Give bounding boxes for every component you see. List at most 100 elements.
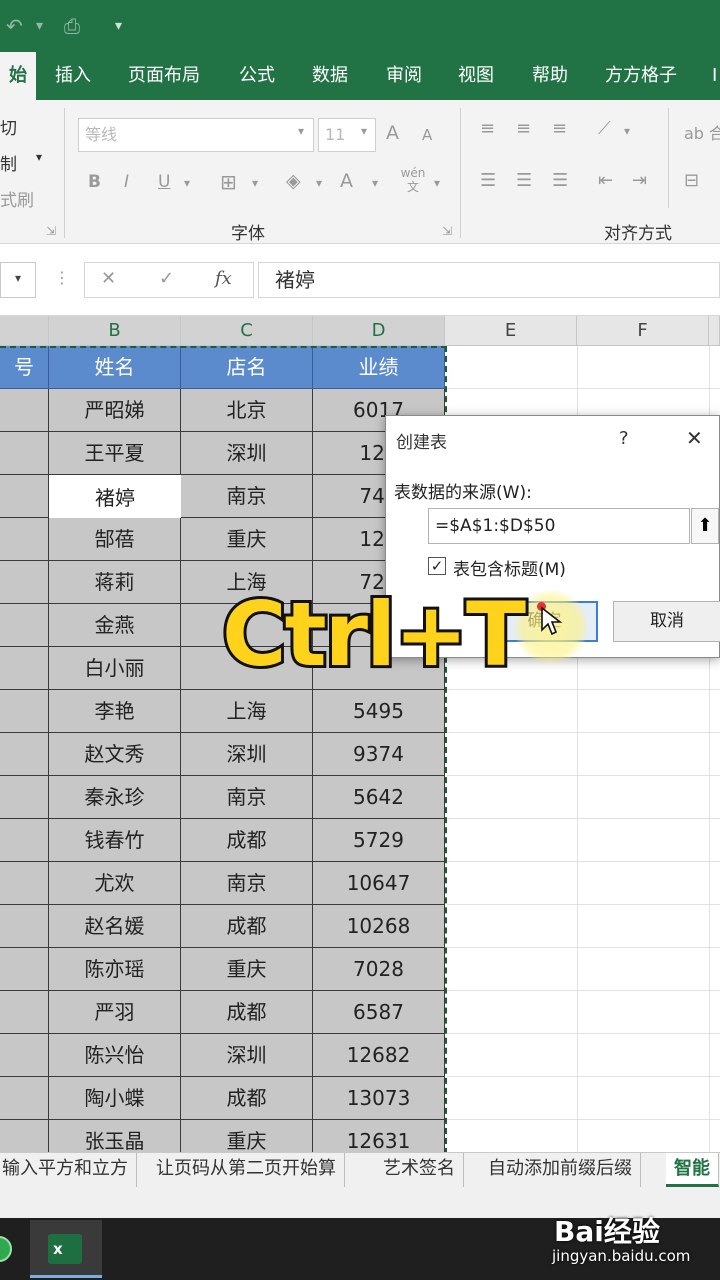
column-header-e[interactable]: E: [445, 316, 577, 346]
collapse-dialog-icon[interactable]: ⬆: [691, 508, 719, 544]
undo-dropdown-icon[interactable]: ▾: [36, 18, 43, 34]
wrap-text-button[interactable]: ab 合: [684, 120, 720, 144]
cancel-edit-button[interactable]: ✕: [101, 268, 116, 289]
close-icon[interactable]: ✕: [686, 426, 703, 450]
copy-button[interactable]: 制: [0, 150, 17, 175]
sheet-tab[interactable]: 输入平方和立方: [0, 1153, 137, 1187]
mouse-cursor-icon: [541, 606, 563, 636]
ribbon-tabs: 始 插入 页面布局 公式 数据 审阅 视图 帮助 方方格子 I: [0, 52, 720, 100]
align-center-icon[interactable]: ☰: [516, 170, 532, 191]
sheet-tab[interactable]: 自动添加前缀后缀: [480, 1153, 641, 1187]
column-header-b[interactable]: B: [49, 316, 181, 346]
align-middle-icon[interactable]: ≡: [516, 118, 531, 139]
shrink-font-button[interactable]: A: [422, 126, 432, 144]
align-top-icon[interactable]: ≡: [480, 118, 495, 139]
undo-icon[interactable]: ↶: [6, 14, 23, 38]
divider: [460, 108, 461, 238]
column-header-d[interactable]: D: [313, 316, 445, 346]
font-launcher-icon[interactable]: ⇲: [442, 224, 452, 238]
grid-row-line: [447, 775, 720, 776]
orientation-dropdown-icon[interactable]: ▾: [624, 124, 630, 138]
tab-help[interactable]: 帮助: [532, 52, 568, 100]
formula-input[interactable]: 褚婷: [258, 262, 720, 298]
help-button[interactable]: ?: [619, 428, 629, 449]
dialog-title: 创建表: [396, 433, 447, 453]
has-headers-label[interactable]: 表包含标题(M): [453, 555, 566, 580]
tab-insert[interactable]: 插入: [55, 52, 91, 100]
excel-taskbar-button[interactable]: x: [30, 1220, 102, 1278]
font-name-dropdown-icon[interactable]: ▾: [298, 124, 304, 138]
phonetic-dropdown-icon[interactable]: ▾: [434, 176, 440, 190]
decrease-indent-icon[interactable]: ⇤: [598, 170, 613, 191]
cut-button[interactable]: 切: [0, 114, 17, 139]
baidu-url: jingyan.baidu.com: [552, 1247, 691, 1265]
column-header-g[interactable]: [709, 316, 720, 346]
align-right-icon[interactable]: ☰: [552, 170, 568, 191]
phonetic-button[interactable]: wén文: [400, 166, 426, 194]
sheet-tab-active[interactable]: 智能: [666, 1153, 719, 1187]
insert-function-button[interactable]: fx: [215, 268, 232, 289]
tab-fangfang[interactable]: 方方格子: [605, 52, 677, 100]
source-label: 表数据的来源(W):: [394, 483, 532, 503]
sheet-tab[interactable]: 让页码从第二页开始算: [148, 1153, 345, 1187]
divider: [64, 108, 65, 238]
column-header-c[interactable]: C: [181, 316, 313, 346]
has-headers-checkbox[interactable]: ✓: [428, 557, 446, 575]
grid-row-line: [447, 1076, 720, 1077]
merge-center-icon[interactable]: ⊟: [684, 170, 699, 191]
formula-buttons: ✕ ✓ fx: [84, 262, 254, 298]
tab-review[interactable]: 审阅: [386, 52, 422, 100]
tab-home[interactable]: 始: [0, 52, 36, 100]
orientation-icon[interactable]: ⟋: [598, 118, 611, 139]
grid-row-line: [447, 1033, 720, 1034]
increase-indent-icon[interactable]: ⇥: [632, 170, 647, 191]
fill-color-icon[interactable]: ◈: [286, 170, 301, 192]
tab-data[interactable]: 数据: [312, 52, 348, 100]
tab-formulas[interactable]: 公式: [239, 52, 275, 100]
grid-row-line: [447, 990, 720, 991]
print-preview-icon[interactable]: ⎙: [64, 14, 80, 38]
grid-row-line: [447, 689, 720, 690]
grid-row-line: [447, 904, 720, 905]
formula-bar: ▾ ⋮ ✕ ✓ fx 褚婷: [0, 244, 720, 316]
more-icon: ⋮: [54, 268, 70, 287]
tab-more[interactable]: I: [712, 52, 717, 100]
baidu-logo: Bai经验: [554, 1215, 660, 1248]
format-painter-button[interactable]: 式刷: [0, 186, 34, 211]
border-dropdown-icon[interactable]: ▾: [252, 176, 258, 190]
customize-qat-icon[interactable]: ▾: [115, 18, 122, 34]
fill-dropdown-icon[interactable]: ▾: [316, 176, 322, 190]
bold-button[interactable]: B: [88, 172, 101, 192]
name-box-dropdown-icon[interactable]: ▾: [15, 271, 21, 285]
excel-icon: x: [48, 1234, 82, 1264]
align-left-icon[interactable]: ☰: [480, 170, 496, 191]
sheet-tab[interactable]: 艺术签名: [375, 1153, 464, 1187]
border-icon[interactable]: ⊞: [220, 170, 237, 194]
alignment-group-label: 对齐方式: [604, 224, 672, 244]
font-color-button[interactable]: A: [340, 170, 353, 192]
font-size-select[interactable]: 11: [318, 118, 376, 152]
font-name-select[interactable]: 等线: [78, 118, 314, 152]
cancel-button[interactable]: 取消: [613, 601, 720, 642]
grid-row-line: [447, 947, 720, 948]
font-size-dropdown-icon[interactable]: ▾: [361, 124, 367, 138]
italic-button[interactable]: I: [124, 172, 129, 192]
wechat-icon[interactable]: [0, 1236, 12, 1262]
align-bottom-icon[interactable]: ≡: [552, 118, 567, 139]
underline-button[interactable]: U: [158, 172, 170, 192]
confirm-edit-button[interactable]: ✓: [159, 268, 174, 289]
ribbon-home: 切 制 ▾ 式刷 ⇲ 等线 ▾ 11 ▾ A A B I U ▾ ⊞ ▾ ◈ ▾…: [0, 100, 720, 244]
font-color-dropdown-icon[interactable]: ▾: [372, 176, 378, 190]
tab-page-layout[interactable]: 页面布局: [128, 52, 200, 100]
copy-dropdown-icon[interactable]: ▾: [36, 150, 42, 164]
name-box[interactable]: ▾: [0, 262, 36, 298]
grow-font-button[interactable]: A: [386, 122, 399, 144]
column-header-a[interactable]: [0, 316, 49, 346]
tab-view[interactable]: 视图: [458, 52, 494, 100]
source-range-input[interactable]: =$A$1:$D$50: [428, 508, 690, 544]
column-header-f[interactable]: F: [577, 316, 709, 346]
font-group-label: 字体: [231, 224, 265, 244]
underline-dropdown-icon[interactable]: ▾: [184, 176, 190, 190]
grid-row-line: [447, 818, 720, 819]
clipboard-launcher-icon[interactable]: ⇲: [46, 224, 56, 238]
